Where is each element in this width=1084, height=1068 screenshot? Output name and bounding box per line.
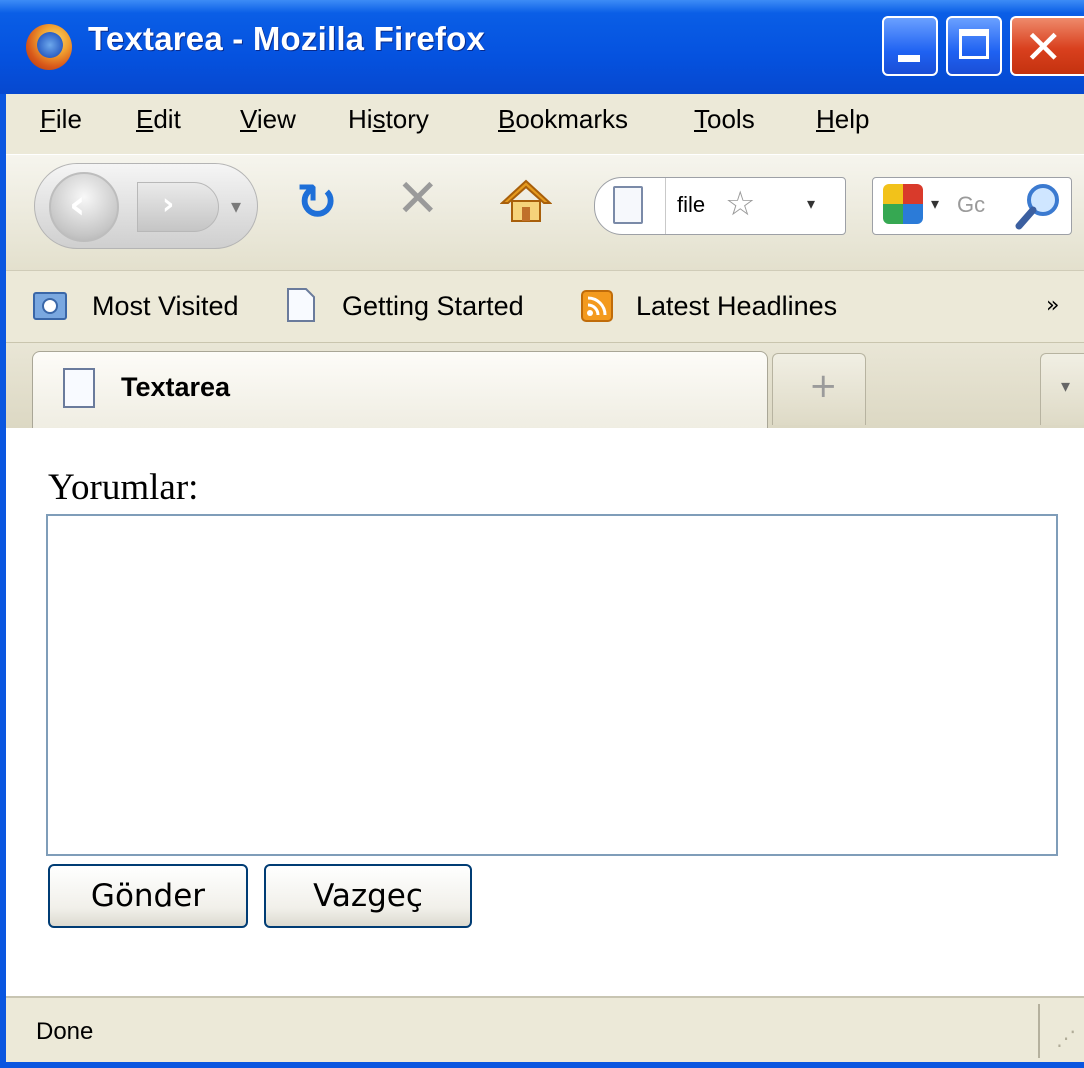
close-button[interactable]: ✕ — [1010, 16, 1084, 76]
back-forward-group: ‹ › ▾ — [34, 163, 258, 249]
tab-strip: Textarea + ▾ — [6, 342, 1084, 429]
close-icon: ✕ — [1024, 20, 1063, 74]
title-bar[interactable]: Textarea - Mozilla Firefox ✕ — [0, 0, 1084, 94]
google-engine-icon[interactable] — [883, 184, 923, 224]
page-icon — [63, 368, 95, 408]
menu-history[interactable]: History — [348, 104, 429, 135]
bookmarks-overflow-chevron[interactable]: » — [1046, 293, 1059, 318]
forward-arrow-icon: › — [162, 187, 175, 222]
url-separator — [665, 178, 666, 234]
back-button[interactable]: ‹ — [49, 172, 119, 242]
bookmarks-toolbar: Most Visited Getting Started Latest Head… — [6, 270, 1084, 343]
menu-bookmarks[interactable]: Bookmarks — [498, 104, 628, 135]
bookmark-most-visited[interactable]: Most Visited — [92, 291, 239, 322]
bookmark-latest-headlines[interactable]: Latest Headlines — [636, 291, 837, 322]
status-divider — [1038, 1004, 1040, 1058]
browser-chrome: File Edit View History Bookmarks Tools H… — [6, 94, 1084, 429]
tab-label: Textarea — [121, 372, 231, 402]
page-icon — [613, 186, 643, 224]
menu-file[interactable]: File — [40, 104, 82, 135]
url-dropdown-icon[interactable]: ▾ — [807, 194, 815, 213]
window-title: Textarea - Mozilla Firefox — [88, 20, 486, 57]
most-visited-icon — [33, 292, 67, 320]
cancel-button[interactable]: Vazgeç — [264, 864, 472, 928]
resize-grip-icon[interactable]: ⋰ — [1056, 1026, 1076, 1050]
menu-tools[interactable]: Tools — [694, 104, 755, 135]
menu-edit[interactable]: Edit — [136, 104, 181, 135]
menu-view[interactable]: View — [240, 104, 296, 135]
window-border-bottom — [0, 1062, 1084, 1068]
reload-icon[interactable]: ↻ — [296, 173, 338, 231]
search-icon[interactable] — [1013, 180, 1065, 232]
back-arrow-icon: ‹ — [69, 182, 86, 228]
browser-window: Textarea - Mozilla Firefox ✕ File Edit V… — [0, 0, 1084, 1068]
history-dropdown-icon[interactable]: ▾ — [231, 194, 241, 218]
plus-icon: + — [809, 366, 838, 406]
search-engine-dropdown-icon[interactable]: ▾ — [931, 194, 939, 213]
page-content: Yorumlar: Gönder Vazgeç — [6, 428, 1084, 996]
url-input[interactable]: file — [677, 192, 705, 218]
status-bar: Done ⋰ — [6, 996, 1084, 1066]
window-border-left — [0, 94, 6, 1068]
page-icon — [287, 288, 315, 322]
url-bar[interactable]: file ☆ ▾ — [594, 177, 846, 235]
menu-bar: File Edit View History Bookmarks Tools H… — [6, 94, 1084, 154]
search-bar[interactable]: ▾ Gc — [872, 177, 1072, 235]
comments-label: Yorumlar: — [48, 467, 199, 508]
stop-icon[interactable]: ✕ — [396, 169, 440, 229]
minimize-button[interactable] — [882, 16, 938, 76]
home-icon[interactable] — [500, 177, 552, 225]
submit-button[interactable]: Gönder — [48, 864, 248, 928]
status-text: Done — [36, 1018, 94, 1045]
forward-button[interactable]: › — [137, 182, 219, 232]
rss-feed-icon — [581, 290, 613, 322]
bookmark-star-icon[interactable]: ☆ — [725, 184, 755, 224]
chevron-down-icon: ▾ — [1061, 376, 1071, 397]
maximize-icon — [959, 29, 989, 59]
menu-help[interactable]: Help — [816, 104, 869, 135]
maximize-button[interactable] — [946, 16, 1002, 76]
search-input[interactable]: Gc — [957, 192, 985, 218]
firefox-logo-icon[interactable] — [26, 24, 72, 70]
tab-textarea[interactable]: Textarea — [32, 351, 768, 429]
comments-textarea[interactable] — [46, 514, 1058, 856]
new-tab-button[interactable]: + — [772, 353, 866, 425]
bookmark-getting-started[interactable]: Getting Started — [342, 291, 524, 322]
list-all-tabs-button[interactable]: ▾ — [1040, 353, 1084, 425]
navigation-toolbar: ‹ › ▾ ↻ ✕ file ☆ ▾ ▾ Gc — [6, 154, 1084, 271]
minimize-icon — [898, 55, 920, 62]
